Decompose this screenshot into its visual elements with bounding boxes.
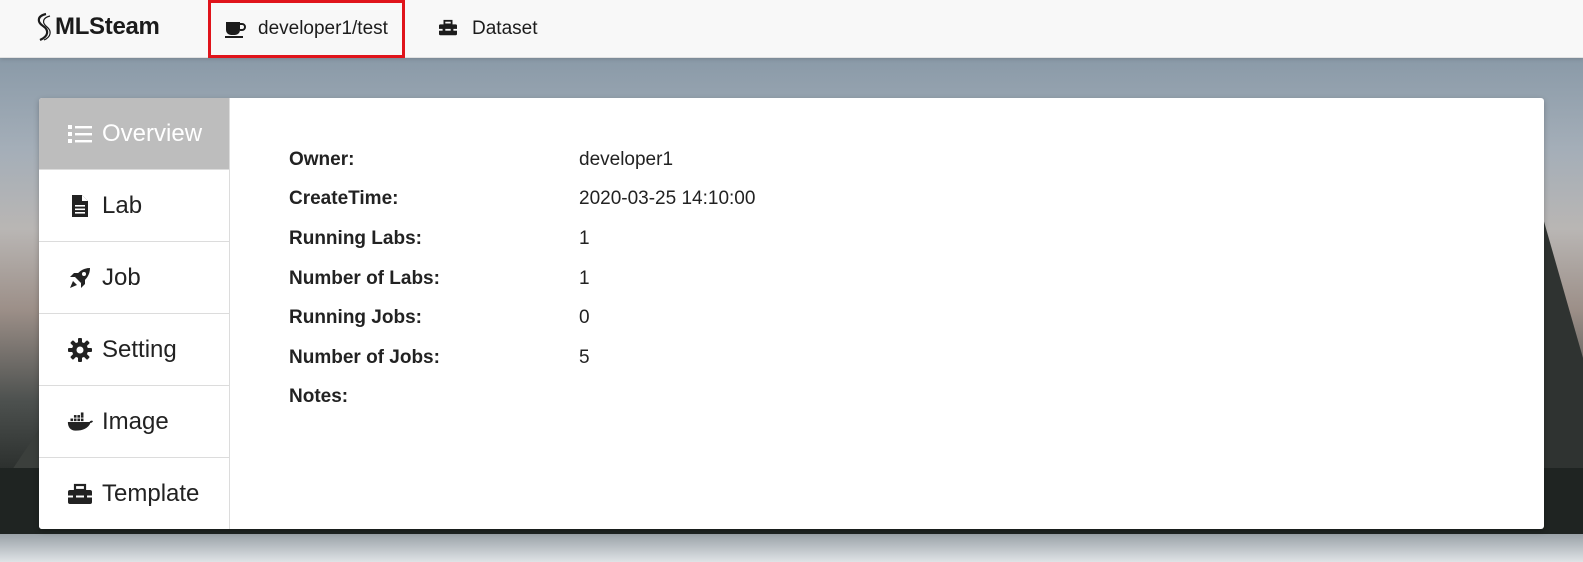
coffee-icon [224,19,246,39]
nav-dataset-label: Dataset [472,18,538,39]
detail-row-createtime: CreateTime: 2020-03-25 14:10:00 [289,180,755,220]
sidebar-item-image[interactable]: Image [39,386,229,458]
detail-row-notes: Notes: [289,378,755,418]
detail-key: Running Labs: [289,227,422,249]
brand-name: MLSteam [55,13,160,40]
list-icon [67,122,93,146]
detail-row-owner: Owner: developer1 [289,140,755,180]
gear-icon [67,337,93,362]
top-navbar: MLSteam developer1/test Dataset [0,0,1583,58]
sidebar-item-label: Lab [102,191,143,219]
detail-key: CreateTime: [289,188,399,210]
sidebar-item-label: Template [102,480,200,507]
detail-row-running-jobs: Running Jobs: 0 [289,298,755,338]
project-sidebar: Overview Lab Job Setting Image Template [39,98,230,529]
docker-icon [67,410,93,434]
detail-value: 5 [579,346,590,368]
detail-value: developer1 [579,148,674,170]
detail-key: Running Jobs: [289,307,422,329]
sidebar-item-template[interactable]: Template [39,458,229,529]
toolbox-icon [438,19,460,39]
brand-logo[interactable]: MLSteam [33,10,160,44]
sidebar-item-label: Setting [102,335,177,363]
detail-row-number-of-jobs: Number of Jobs: 5 [289,338,755,378]
detail-value: 1 [579,267,590,289]
project-card: Overview Lab Job Setting Image Template … [39,98,1544,529]
sidebar-item-label: Overview [102,119,203,147]
detail-key: Notes: [289,386,349,408]
detail-key: Owner: [289,148,355,170]
toolbox-icon [67,482,93,506]
overview-details: Owner: developer1 CreateTime: 2020-03-25… [289,140,755,417]
detail-row-number-of-labs: Number of Labs: 1 [289,259,755,299]
detail-value: 0 [579,307,590,329]
file-icon [67,194,93,218]
detail-value: 2020-03-25 14:10:00 [579,188,756,210]
nav-project-link[interactable]: developer1/test [208,0,405,58]
sidebar-item-label: Image [102,407,169,435]
sidebar-item-lab[interactable]: Lab [39,170,229,242]
mlsteam-logo-icon [37,12,51,42]
nav-dataset-link[interactable]: Dataset [438,0,537,58]
sidebar-item-setting[interactable]: Setting [39,314,229,386]
detail-row-running-labs: Running Labs: 1 [289,219,755,259]
detail-key: Number of Labs: [289,267,440,289]
nav-project-label: developer1/test [258,18,388,39]
detail-value: 1 [579,227,590,249]
sidebar-item-overview[interactable]: Overview [39,98,229,170]
rocket-icon [67,266,93,290]
detail-key: Number of Jobs: [289,346,440,368]
sidebar-item-label: Job [102,263,141,291]
sidebar-item-job[interactable]: Job [39,242,229,314]
